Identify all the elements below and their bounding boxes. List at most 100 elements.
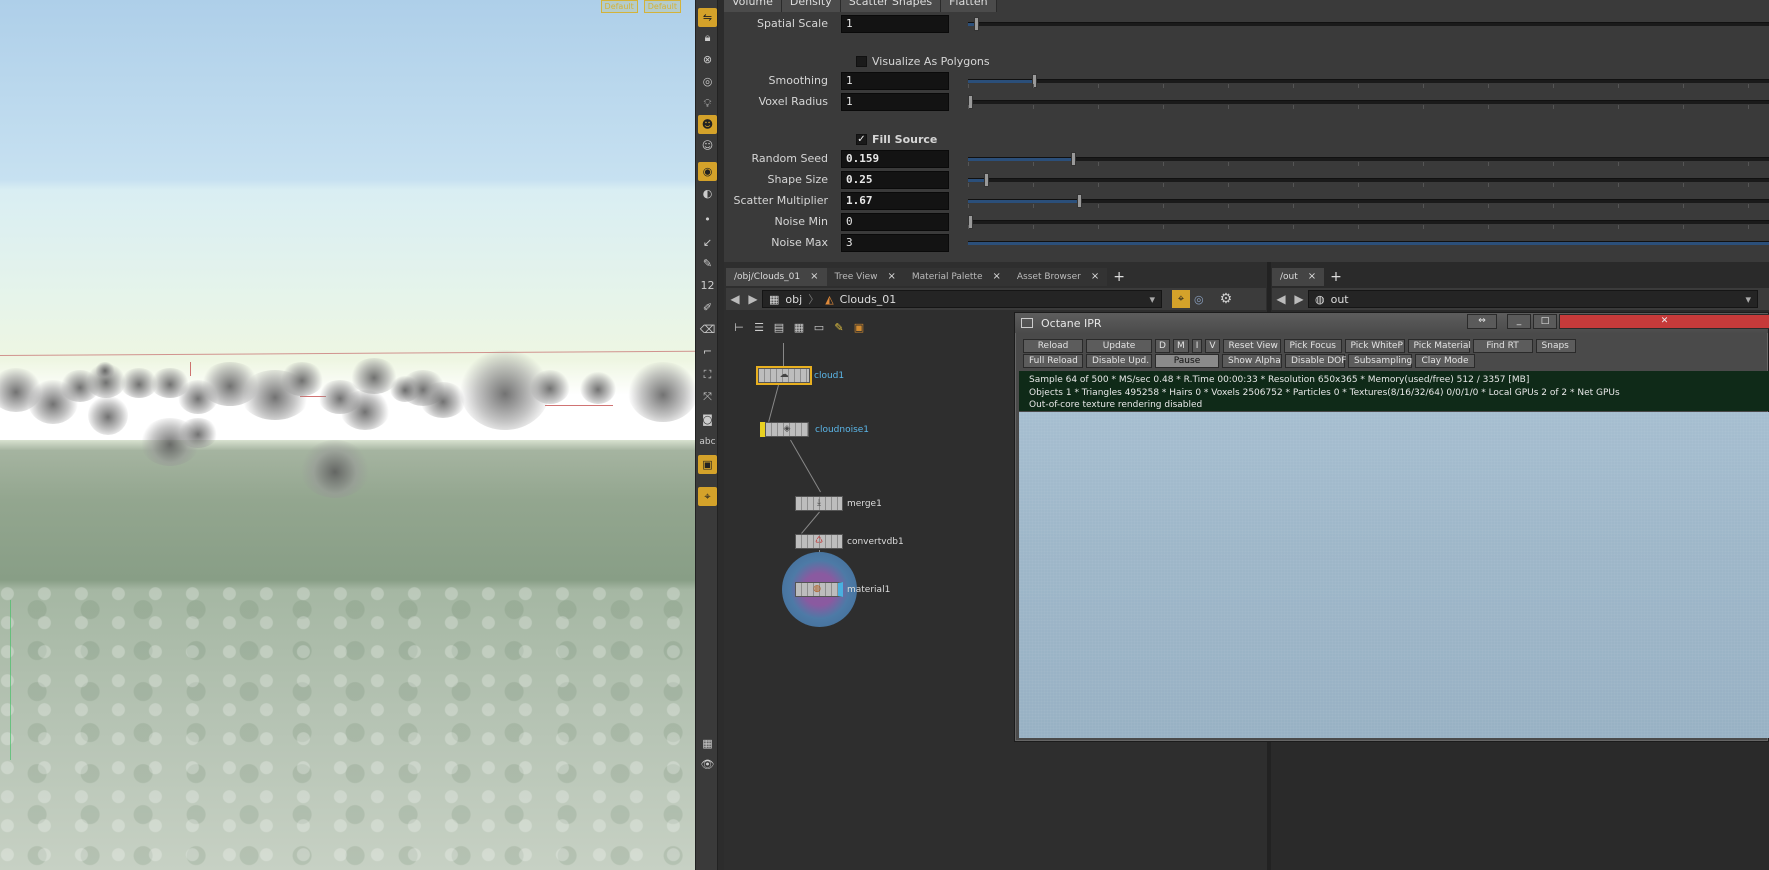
noise-min-field[interactable]: 0 [841, 212, 949, 231]
i-button[interactable]: I [1191, 339, 1203, 353]
subsampling-button[interactable]: Subsampling [1348, 354, 1412, 368]
node-convertvdb1[interactable]: ♺ convertvdb1 [795, 534, 904, 549]
octane-ipr-window[interactable]: Octane IPR ⇔ _ □ ✕ Reload Update D M I V… [1014, 312, 1769, 742]
tree-layout-icon[interactable]: ⊢ [732, 321, 746, 335]
add-tab-icon[interactable]: + [1324, 268, 1348, 286]
tab-flatten[interactable]: Flatten [941, 0, 997, 12]
forward-arrow-icon[interactable]: ▶ [744, 292, 762, 306]
node-label[interactable]: material1 [847, 585, 890, 595]
v-button[interactable]: V [1205, 339, 1220, 353]
table-icon[interactable]: ▤ [772, 321, 786, 335]
maximize-icon[interactable]: □ [1533, 314, 1557, 329]
snapshot-button[interactable]: Snaps [1535, 339, 1576, 353]
node-label[interactable]: cloudnoise1 [815, 425, 869, 435]
forward-arrow-icon[interactable]: ▶ [1290, 292, 1308, 306]
close-icon[interactable]: ✕ [1559, 314, 1769, 329]
close-icon[interactable]: × [810, 268, 818, 286]
node-label[interactable]: merge1 [847, 499, 882, 509]
label-display-icon[interactable]: abc [698, 432, 717, 451]
pin-icon[interactable]: ⌖ [1172, 290, 1190, 308]
node-tile[interactable]: ♺ [795, 534, 843, 549]
curve-icon[interactable]: ⌐ [698, 342, 717, 361]
node-cloudnoise1[interactable]: ◈ cloudnoise1 [760, 422, 869, 437]
close-icon[interactable]: × [993, 268, 1001, 286]
reset-view-button[interactable]: Reset View [1222, 339, 1281, 353]
noise-max-slider[interactable] [968, 241, 1769, 245]
tab-volume[interactable]: Volume [724, 0, 782, 12]
smoothing-field[interactable]: 1 [841, 71, 949, 90]
node-tile[interactable]: ☁ [756, 366, 812, 385]
chevron-down-icon[interactable]: ▾ [1149, 293, 1155, 306]
update-button[interactable]: Update [1086, 339, 1152, 353]
random-seed-field[interactable]: 0.159 [841, 149, 949, 168]
box-icon[interactable]: ▣ [852, 321, 866, 335]
ghost-icon[interactable]: ◉ [698, 162, 717, 181]
breadcrumb[interactable]: ▦ obj 〉 ◭ Clouds_01 ▾ [762, 290, 1162, 308]
node-tile[interactable]: ◍ [795, 582, 843, 597]
display-menu[interactable]: Default [643, 0, 681, 13]
pick-focus-button[interactable]: Pick Focus [1283, 339, 1342, 353]
spatial-scale-slider[interactable] [968, 17, 1769, 31]
background-image-icon[interactable]: ▣ [698, 455, 717, 474]
scatter-multiplier-field[interactable]: 1.67 [841, 191, 949, 210]
tab-asset-browser[interactable]: Asset Browser × [1008, 268, 1108, 286]
disable-update-button[interactable]: Disable Upd. [1086, 354, 1152, 368]
reload-button[interactable]: Reload [1023, 339, 1083, 353]
headlight-icon[interactable]: ☻ [698, 115, 717, 134]
add-tab-icon[interactable]: + [1107, 268, 1131, 286]
list-icon[interactable]: ☰ [752, 321, 766, 335]
tab-out[interactable]: /out × [1272, 268, 1325, 286]
light-icon[interactable]: 💡︎ [698, 94, 717, 113]
lock-icon[interactable]: 🔒︎ [698, 28, 717, 47]
grid-icon[interactable]: ▦ [792, 321, 806, 335]
brush-icon[interactable]: ✐ [698, 298, 717, 317]
spatial-scale-field[interactable]: 1 [841, 14, 949, 33]
snap-grid-icon[interactable]: ▦ [698, 734, 717, 753]
node-material1[interactable]: ◍ material1 [795, 582, 890, 597]
network-view-icon[interactable]: ◎ [1194, 293, 1204, 306]
node-label[interactable]: convertvdb1 [847, 537, 904, 547]
target-icon[interactable]: ⊗ [698, 50, 717, 69]
close-icon[interactable]: × [1308, 268, 1316, 286]
image-icon[interactable]: ▭ [812, 321, 826, 335]
eraser-icon[interactable]: ⌫ [698, 320, 717, 339]
clay-mode-button[interactable]: Clay Mode [1415, 354, 1475, 368]
viewport-layout-icon[interactable]: ⇋ [698, 8, 717, 27]
node-cloud1[interactable]: ☁ cloud1 [756, 366, 844, 385]
random-seed-slider[interactable] [968, 152, 1769, 166]
full-reload-button[interactable]: Full Reload [1023, 354, 1083, 368]
tab-scatter-shapes[interactable]: Scatter Shapes [840, 0, 942, 12]
param-visualize-as-polygons[interactable]: Visualize As Polygons [856, 54, 990, 68]
camera-menu[interactable]: Default [600, 0, 638, 13]
node-merge1[interactable]: ⤓ merge1 [795, 496, 882, 511]
record-icon[interactable]: ◙ [698, 410, 717, 429]
gear-icon[interactable]: ⚙ [1220, 291, 1233, 307]
minimize-icon[interactable]: _ [1507, 314, 1531, 329]
normal-icon[interactable]: ↙ [698, 233, 717, 252]
number-display-icon[interactable]: 12 [698, 276, 717, 295]
noise-max-field[interactable]: 3 [841, 233, 949, 252]
shape-size-field[interactable]: 0.25 [841, 170, 949, 189]
breadcrumb-out[interactable]: out [1331, 293, 1349, 306]
sticky-note-icon[interactable]: ✎ [832, 321, 846, 335]
pen-icon[interactable]: ✎ [698, 254, 717, 273]
pause-button[interactable]: Pause [1155, 354, 1219, 368]
node-label[interactable]: cloud1 [814, 371, 844, 381]
tab-density[interactable]: Density [781, 0, 841, 12]
noise-min-slider[interactable] [968, 215, 1769, 229]
disable-dof-button[interactable]: Disable DOF [1285, 354, 1346, 368]
tab-tree-view[interactable]: Tree View × [826, 268, 904, 286]
node-tile[interactable]: ⤓ [795, 496, 843, 511]
breadcrumb-obj[interactable]: obj [785, 293, 802, 306]
find-rt-button[interactable]: Find RT [1472, 339, 1533, 353]
close-icon[interactable]: × [888, 268, 896, 286]
breadcrumb[interactable]: ◍ out ▾ [1308, 290, 1758, 308]
scatter-multiplier-slider[interactable] [968, 194, 1769, 208]
d-button[interactable]: D [1155, 339, 1170, 353]
face-icon[interactable]: ☺ [698, 136, 717, 155]
back-arrow-icon[interactable]: ◀ [1272, 292, 1290, 306]
voxel-radius-field[interactable]: 1 [841, 92, 949, 111]
shape-size-slider[interactable] [968, 173, 1769, 187]
frame-icon[interactable]: ⛶ [698, 365, 717, 384]
close-icon[interactable]: × [1091, 268, 1099, 286]
